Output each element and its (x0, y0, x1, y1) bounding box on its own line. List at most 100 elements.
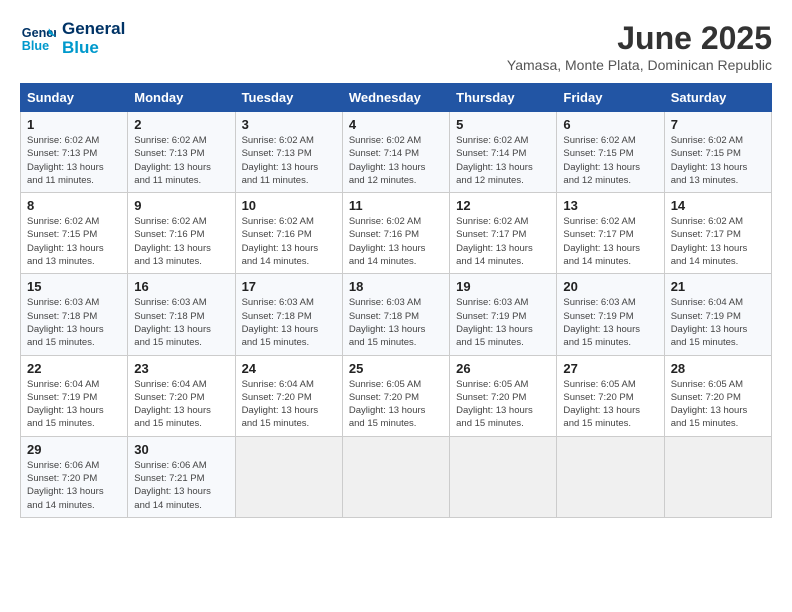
calendar-subtitle: Yamasa, Monte Plata, Dominican Republic (507, 57, 772, 73)
sunset-text: Sunset: 7:16 PM (242, 228, 336, 241)
sunrise-text: Sunrise: 6:04 AM (134, 378, 228, 391)
table-row: 14 Sunrise: 6:02 AM Sunset: 7:17 PM Dayl… (664, 193, 771, 274)
page-header: General Blue General Blue June 2025 Yama… (20, 20, 772, 73)
sunset-text: Sunset: 7:18 PM (134, 310, 228, 323)
sunset-text: Sunset: 7:13 PM (242, 147, 336, 160)
sunset-text: Sunset: 7:13 PM (27, 147, 121, 160)
table-row: 26 Sunrise: 6:05 AM Sunset: 7:20 PM Dayl… (450, 355, 557, 436)
calendar-table: Sunday Monday Tuesday Wednesday Thursday… (20, 83, 772, 518)
sunrise-text: Sunrise: 6:02 AM (671, 134, 765, 147)
sunset-text: Sunset: 7:14 PM (349, 147, 443, 160)
day-info: Sunrise: 6:02 AM Sunset: 7:17 PM Dayligh… (671, 215, 765, 268)
table-row: 24 Sunrise: 6:04 AM Sunset: 7:20 PM Dayl… (235, 355, 342, 436)
sunrise-text: Sunrise: 6:02 AM (27, 134, 121, 147)
table-row: 9 Sunrise: 6:02 AM Sunset: 7:16 PM Dayli… (128, 193, 235, 274)
daylight-text: Daylight: 13 hours and 15 minutes. (563, 323, 657, 350)
table-row: 17 Sunrise: 6:03 AM Sunset: 7:18 PM Dayl… (235, 274, 342, 355)
calendar-week-row: 29 Sunrise: 6:06 AM Sunset: 7:20 PM Dayl… (21, 436, 772, 517)
day-info: Sunrise: 6:02 AM Sunset: 7:13 PM Dayligh… (134, 134, 228, 187)
sunrise-text: Sunrise: 6:04 AM (242, 378, 336, 391)
svg-text:Blue: Blue (22, 38, 49, 52)
sunset-text: Sunset: 7:15 PM (563, 147, 657, 160)
sunset-text: Sunset: 7:19 PM (563, 310, 657, 323)
day-number: 26 (456, 361, 550, 376)
sunrise-text: Sunrise: 6:02 AM (349, 134, 443, 147)
table-row (557, 436, 664, 517)
day-number: 12 (456, 198, 550, 213)
calendar-week-row: 1 Sunrise: 6:02 AM Sunset: 7:13 PM Dayli… (21, 112, 772, 193)
sunset-text: Sunset: 7:20 PM (27, 472, 121, 485)
calendar-week-row: 8 Sunrise: 6:02 AM Sunset: 7:15 PM Dayli… (21, 193, 772, 274)
daylight-text: Daylight: 13 hours and 12 minutes. (349, 161, 443, 188)
sunrise-text: Sunrise: 6:02 AM (134, 134, 228, 147)
daylight-text: Daylight: 13 hours and 14 minutes. (671, 242, 765, 269)
sunrise-text: Sunrise: 6:02 AM (671, 215, 765, 228)
calendar-header-row: Sunday Monday Tuesday Wednesday Thursday… (21, 84, 772, 112)
table-row: 18 Sunrise: 6:03 AM Sunset: 7:18 PM Dayl… (342, 274, 449, 355)
col-thursday: Thursday (450, 84, 557, 112)
table-row (342, 436, 449, 517)
sunrise-text: Sunrise: 6:02 AM (242, 134, 336, 147)
day-number: 23 (134, 361, 228, 376)
sunrise-text: Sunrise: 6:02 AM (134, 215, 228, 228)
table-row: 10 Sunrise: 6:02 AM Sunset: 7:16 PM Dayl… (235, 193, 342, 274)
table-row (450, 436, 557, 517)
sunrise-text: Sunrise: 6:05 AM (563, 378, 657, 391)
sunset-text: Sunset: 7:18 PM (27, 310, 121, 323)
sunrise-text: Sunrise: 6:02 AM (242, 215, 336, 228)
sunrise-text: Sunrise: 6:05 AM (456, 378, 550, 391)
sunset-text: Sunset: 7:20 PM (563, 391, 657, 404)
day-number: 19 (456, 279, 550, 294)
day-number: 13 (563, 198, 657, 213)
table-row (235, 436, 342, 517)
day-info: Sunrise: 6:05 AM Sunset: 7:20 PM Dayligh… (349, 378, 443, 431)
table-row: 25 Sunrise: 6:05 AM Sunset: 7:20 PM Dayl… (342, 355, 449, 436)
day-number: 2 (134, 117, 228, 132)
sunset-text: Sunset: 7:20 PM (349, 391, 443, 404)
table-row: 23 Sunrise: 6:04 AM Sunset: 7:20 PM Dayl… (128, 355, 235, 436)
table-row: 15 Sunrise: 6:03 AM Sunset: 7:18 PM Dayl… (21, 274, 128, 355)
day-info: Sunrise: 6:02 AM Sunset: 7:17 PM Dayligh… (456, 215, 550, 268)
daylight-text: Daylight: 13 hours and 14 minutes. (242, 242, 336, 269)
sunset-text: Sunset: 7:15 PM (27, 228, 121, 241)
logo-line2: Blue (62, 39, 125, 58)
table-row: 19 Sunrise: 6:03 AM Sunset: 7:19 PM Dayl… (450, 274, 557, 355)
sunset-text: Sunset: 7:17 PM (563, 228, 657, 241)
daylight-text: Daylight: 13 hours and 11 minutes. (134, 161, 228, 188)
day-info: Sunrise: 6:02 AM Sunset: 7:13 PM Dayligh… (242, 134, 336, 187)
day-number: 22 (27, 361, 121, 376)
day-info: Sunrise: 6:02 AM Sunset: 7:16 PM Dayligh… (134, 215, 228, 268)
day-number: 9 (134, 198, 228, 213)
daylight-text: Daylight: 13 hours and 14 minutes. (563, 242, 657, 269)
day-info: Sunrise: 6:02 AM Sunset: 7:13 PM Dayligh… (27, 134, 121, 187)
sunrise-text: Sunrise: 6:05 AM (349, 378, 443, 391)
sunrise-text: Sunrise: 6:03 AM (456, 296, 550, 309)
daylight-text: Daylight: 13 hours and 15 minutes. (134, 404, 228, 431)
calendar-title: June 2025 (507, 20, 772, 57)
sunrise-text: Sunrise: 6:03 AM (27, 296, 121, 309)
daylight-text: Daylight: 13 hours and 13 minutes. (134, 242, 228, 269)
sunrise-text: Sunrise: 6:03 AM (242, 296, 336, 309)
day-number: 24 (242, 361, 336, 376)
table-row: 29 Sunrise: 6:06 AM Sunset: 7:20 PM Dayl… (21, 436, 128, 517)
table-row: 27 Sunrise: 6:05 AM Sunset: 7:20 PM Dayl… (557, 355, 664, 436)
sunset-text: Sunset: 7:20 PM (242, 391, 336, 404)
daylight-text: Daylight: 13 hours and 15 minutes. (27, 323, 121, 350)
sunrise-text: Sunrise: 6:02 AM (27, 215, 121, 228)
table-row: 30 Sunrise: 6:06 AM Sunset: 7:21 PM Dayl… (128, 436, 235, 517)
day-info: Sunrise: 6:05 AM Sunset: 7:20 PM Dayligh… (671, 378, 765, 431)
daylight-text: Daylight: 13 hours and 14 minutes. (134, 485, 228, 512)
sunrise-text: Sunrise: 6:02 AM (563, 134, 657, 147)
day-number: 20 (563, 279, 657, 294)
day-info: Sunrise: 6:03 AM Sunset: 7:18 PM Dayligh… (134, 296, 228, 349)
sunset-text: Sunset: 7:18 PM (242, 310, 336, 323)
day-info: Sunrise: 6:06 AM Sunset: 7:20 PM Dayligh… (27, 459, 121, 512)
day-info: Sunrise: 6:03 AM Sunset: 7:18 PM Dayligh… (349, 296, 443, 349)
col-monday: Monday (128, 84, 235, 112)
daylight-text: Daylight: 13 hours and 15 minutes. (134, 323, 228, 350)
table-row: 5 Sunrise: 6:02 AM Sunset: 7:14 PM Dayli… (450, 112, 557, 193)
title-block: June 2025 Yamasa, Monte Plata, Dominican… (507, 20, 772, 73)
daylight-text: Daylight: 13 hours and 13 minutes. (27, 242, 121, 269)
sunset-text: Sunset: 7:20 PM (456, 391, 550, 404)
day-number: 8 (27, 198, 121, 213)
